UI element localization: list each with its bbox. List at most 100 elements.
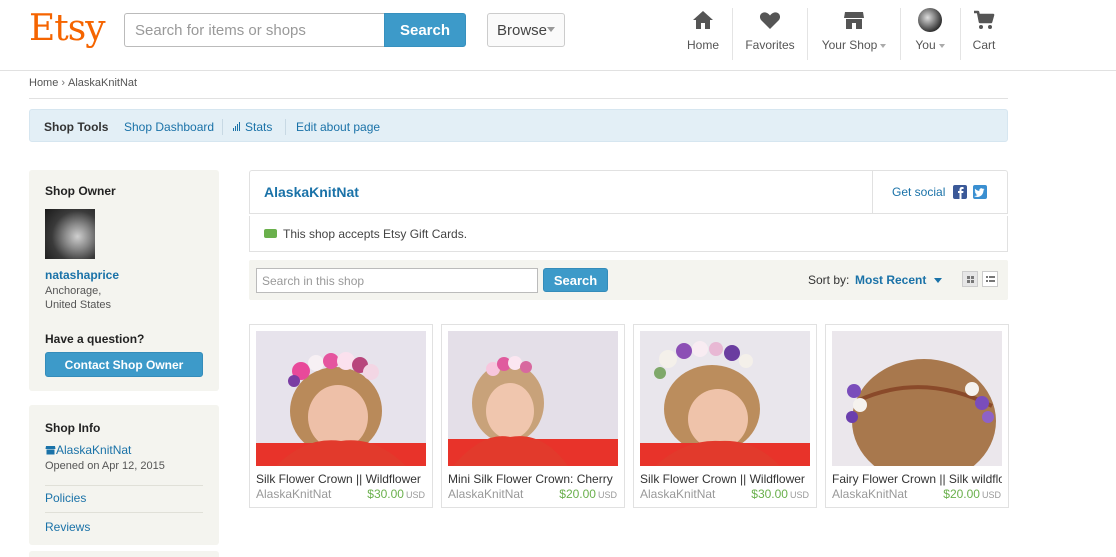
- breadcrumb-current[interactable]: AlaskaKnitNat: [68, 77, 137, 89]
- listing-title[interactable]: Silk Flower Crown || Wildflower: [256, 472, 426, 486]
- listing-price: $30.00 USD: [751, 487, 809, 501]
- gift-card-icon: [264, 229, 277, 238]
- tools-divider: [222, 119, 223, 135]
- nav-your-shop[interactable]: Your Shop: [817, 8, 891, 60]
- get-social-link[interactable]: Get social: [892, 185, 945, 199]
- shop-owner-heading: Shop Owner: [45, 184, 116, 198]
- sort-label: Sort by:: [808, 273, 850, 287]
- etsy-logo[interactable]: Etsy: [29, 8, 106, 49]
- policies-link[interactable]: Policies: [45, 491, 86, 505]
- twitter-glyph: [974, 188, 985, 197]
- listing-title[interactable]: Fairy Flower Crown || Silk wildflower: [832, 472, 1002, 486]
- facebook-icon[interactable]: [953, 185, 967, 199]
- nav-divider: [900, 8, 901, 60]
- chevron-down-icon[interactable]: [934, 278, 942, 283]
- listing-title[interactable]: Mini Silk Flower Crown: Cherry: [448, 472, 618, 486]
- stats-link[interactable]: Stats: [233, 120, 272, 134]
- listing-price: $30.00 USD: [367, 487, 425, 501]
- nav-your-shop-label: Your Shop: [817, 38, 891, 52]
- listing-card[interactable]: Silk Flower Crown || Wildflower AlaskaKn…: [249, 324, 433, 508]
- shop-header-panel: AlaskaKnitNat Get social: [249, 170, 1008, 214]
- listing-shop[interactable]: AlaskaKnitNat: [832, 487, 907, 501]
- shop-title[interactable]: AlaskaKnitNat: [264, 184, 359, 200]
- grid-cell: [971, 280, 974, 283]
- listing-photo[interactable]: [640, 331, 810, 466]
- chevron-down-icon: [547, 27, 555, 32]
- nav-you[interactable]: You: [908, 8, 952, 60]
- owner-username-link[interactable]: natashaprice: [45, 268, 119, 282]
- shop-tools-title: Shop Tools: [44, 120, 109, 134]
- home-icon: [693, 11, 713, 29]
- shop-info-name: AlaskaKnitNat: [56, 443, 132, 457]
- grid-cell: [971, 276, 974, 279]
- shop-info-heading: Shop Info: [45, 421, 101, 435]
- shop-dashboard-link[interactable]: Shop Dashboard: [124, 120, 214, 134]
- browse-label: Browse: [497, 21, 548, 39]
- stats-link-label: Stats: [245, 120, 273, 134]
- listing-photo[interactable]: [832, 331, 1002, 466]
- cart-icon: [974, 10, 995, 29]
- shop-search-bar: Search Sort by: Most Recent: [249, 260, 1008, 300]
- listing-currency: USD: [981, 490, 1001, 500]
- contact-shop-owner-button[interactable]: Contact Shop Owner: [45, 352, 203, 377]
- gift-card-text: This shop accepts Etsy Gift Cards.: [283, 227, 468, 241]
- shop-info-panel: Shop Info AlaskaKnitNat Opened on Apr 12…: [29, 405, 219, 545]
- listing-shop[interactable]: AlaskaKnitNat: [256, 487, 331, 501]
- listing-image: [832, 331, 1002, 466]
- breadcrumb: Home › AlaskaKnitNat: [29, 77, 1008, 99]
- listing-card[interactable]: Mini Silk Flower Crown: Cherry AlaskaKni…: [441, 324, 625, 508]
- storefront-icon: [45, 446, 56, 455]
- grid-cell: [967, 280, 970, 283]
- list-line: [989, 280, 995, 282]
- shop-search-button[interactable]: Search: [543, 268, 608, 292]
- nav-favorites[interactable]: Favorites: [742, 8, 798, 60]
- owner-avatar[interactable]: [45, 209, 95, 259]
- breadcrumb-separator: ›: [61, 77, 66, 89]
- side-divider: [45, 485, 203, 486]
- browse-button[interactable]: Browse: [487, 13, 565, 47]
- shop-tools-bar: Shop Tools Shop Dashboard Stats Edit abo…: [29, 109, 1008, 142]
- question-heading: Have a question?: [45, 332, 145, 346]
- social-divider: [872, 171, 873, 213]
- edit-about-link[interactable]: Edit about page: [296, 120, 380, 134]
- nav-you-label: You: [908, 38, 952, 52]
- nav-your-shop-text: Your Shop: [821, 38, 878, 52]
- shop-info-name-link[interactable]: AlaskaKnitNat: [45, 443, 131, 457]
- shop-icon: [844, 12, 864, 29]
- nav-you-text: You: [915, 38, 936, 52]
- list-dot: [986, 276, 988, 278]
- reviews-link[interactable]: Reviews: [45, 520, 90, 534]
- listing-currency: USD: [405, 490, 425, 500]
- twitter-icon[interactable]: [973, 185, 987, 199]
- grid-view-button[interactable]: [962, 271, 978, 287]
- list-line: [989, 276, 995, 278]
- stats-icon: [233, 120, 241, 134]
- nav-cart[interactable]: Cart: [968, 8, 1000, 60]
- listing-card[interactable]: Fairy Flower Crown || Silk wildflower Al…: [825, 324, 1009, 508]
- site-search-input[interactable]: [124, 13, 385, 47]
- listing-photo[interactable]: [256, 331, 426, 466]
- shop-search-input[interactable]: [256, 268, 538, 293]
- listing-card[interactable]: Silk Flower Crown || Wildflower AlaskaKn…: [633, 324, 817, 508]
- listing-photo[interactable]: [448, 331, 618, 466]
- shop-opened-date: Opened on Apr 12, 2015: [45, 460, 165, 472]
- nav-divider: [807, 8, 808, 60]
- owner-location-country: United States: [45, 299, 112, 311]
- chevron-down-icon: [880, 43, 887, 48]
- heart-icon: [759, 12, 781, 30]
- breadcrumb-home[interactable]: Home: [29, 77, 58, 89]
- nav-home[interactable]: Home: [683, 8, 723, 60]
- listing-price: $20.00 USD: [943, 487, 1001, 501]
- listing-shop[interactable]: AlaskaKnitNat: [640, 487, 715, 501]
- listing-price-value: $30.00: [751, 487, 788, 501]
- sort-dropdown[interactable]: Most Recent: [855, 273, 926, 287]
- site-search-button[interactable]: Search: [384, 13, 466, 47]
- listing-shop[interactable]: AlaskaKnitNat: [448, 487, 523, 501]
- nav-home-label: Home: [686, 38, 719, 52]
- listing-title[interactable]: Silk Flower Crown || Wildflower: [640, 472, 810, 486]
- list-view-button[interactable]: [982, 271, 998, 287]
- nav-divider: [960, 8, 961, 60]
- facebook-glyph: [958, 187, 964, 199]
- gift-card-notice: This shop accepts Etsy Gift Cards.: [249, 216, 1008, 252]
- nav-cart-label: Cart: [972, 38, 996, 52]
